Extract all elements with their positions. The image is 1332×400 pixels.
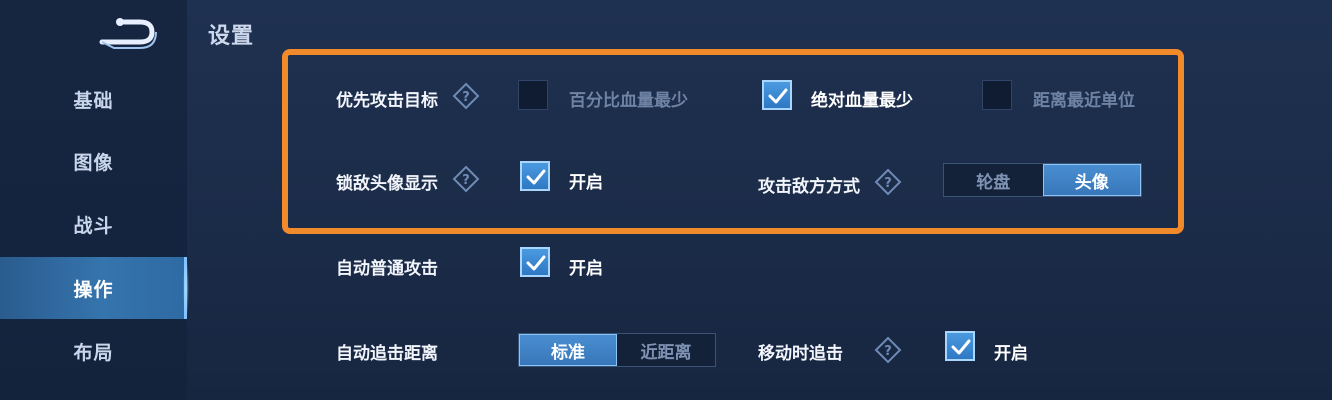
- help-icon[interactable]: ?: [874, 168, 902, 196]
- sidebar-item-label: 布局: [73, 341, 114, 364]
- svg-text:?: ?: [462, 90, 470, 105]
- sidebar-item-label: 图像: [73, 151, 114, 174]
- chase-distance-label: 自动追击距离: [336, 344, 438, 364]
- svg-text:?: ?: [884, 176, 892, 191]
- svg-text:?: ?: [462, 173, 470, 188]
- sidebar-item-basic[interactable]: 基础: [0, 68, 187, 130]
- auto-attack-label: 自动普通攻击: [336, 259, 438, 279]
- page-title: 设置: [208, 24, 255, 49]
- sidebar-item-label: 操作: [73, 278, 114, 301]
- option-label-auto-attack: 开启: [569, 259, 603, 279]
- option-label-nearest-unit: 距离最近单位: [1033, 91, 1135, 111]
- check-icon: [526, 169, 546, 185]
- checkbox-lock-avatar[interactable]: [520, 161, 550, 191]
- attack-mode-segmented-control: 轮盘 头像: [943, 163, 1142, 197]
- sidebar-item-label: 基础: [73, 89, 114, 112]
- checkbox-percent-hp[interactable]: [518, 80, 548, 110]
- option-label-percent-hp: 百分比血量最少: [569, 91, 688, 111]
- checkbox-nearest-unit[interactable]: [982, 80, 1012, 110]
- checkbox-absolute-hp[interactable]: [762, 80, 792, 110]
- help-icon[interactable]: ?: [452, 165, 480, 193]
- option-label-lock-avatar: 开启: [569, 173, 603, 193]
- attack-mode-label: 攻击敌方方式: [758, 177, 860, 197]
- sidebar-item-graphics[interactable]: 图像: [0, 130, 187, 192]
- check-icon: [526, 255, 546, 271]
- check-icon: [951, 339, 971, 355]
- attack-mode-option-wheel[interactable]: 轮盘: [944, 164, 1043, 196]
- chase-distance-option-close[interactable]: 近距离: [617, 334, 715, 366]
- chase-distance-option-standard[interactable]: 标准: [519, 334, 617, 366]
- help-icon[interactable]: ?: [452, 82, 480, 110]
- lock-avatar-label: 锁敌头像显示: [336, 174, 438, 194]
- sidebar-item-label: 战斗: [73, 214, 114, 237]
- attack-mode-option-avatar[interactable]: 头像: [1042, 164, 1141, 196]
- checkbox-auto-attack[interactable]: [520, 247, 550, 277]
- back-arrow-icon[interactable]: [96, 12, 158, 52]
- svg-text:?: ?: [884, 344, 892, 359]
- help-icon[interactable]: ?: [874, 336, 902, 364]
- check-icon: [768, 88, 788, 104]
- chase-distance-segmented-control: 标准 近距离: [518, 333, 716, 367]
- move-chase-label: 移动时追击: [758, 344, 843, 364]
- checkbox-move-chase[interactable]: [945, 331, 975, 361]
- sidebar-item-layout[interactable]: 布局: [0, 320, 187, 382]
- sidebar: 基础 图像 战斗 操作 布局: [0, 0, 189, 400]
- sidebar-item-controls[interactable]: 操作: [0, 257, 189, 319]
- option-label-move-chase: 开启: [994, 344, 1028, 364]
- priority-target-label: 优先攻击目标: [336, 91, 438, 111]
- option-label-absolute-hp: 绝对血量最少: [811, 91, 913, 111]
- sidebar-item-combat[interactable]: 战斗: [0, 193, 187, 255]
- highlight-box: [282, 49, 1184, 234]
